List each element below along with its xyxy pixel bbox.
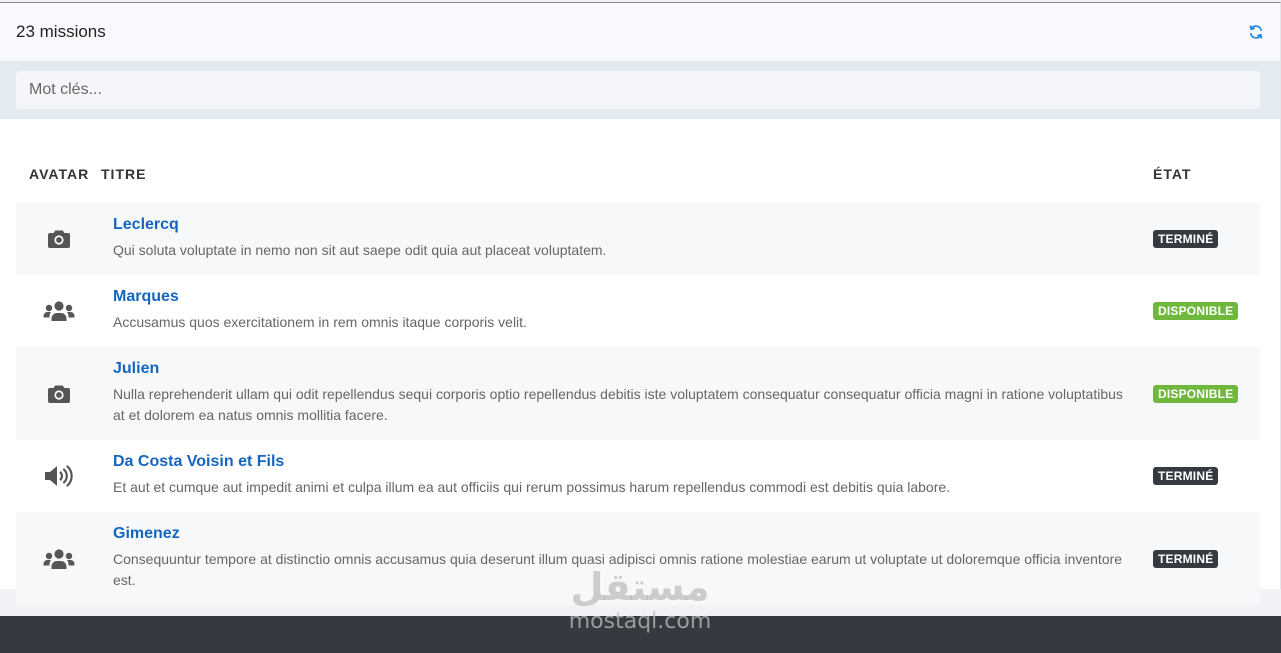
camera-icon [47,385,70,403]
mission-description: Accusamus quos exercitationem in rem omn… [113,314,527,330]
mission-title-link[interactable]: Leclercq [113,216,1133,234]
title-cell: Marques Accusamus quos exercitationem in… [101,275,1149,347]
refresh-icon [1249,25,1263,39]
mission-description: Nulla reprehenderit ullam qui odit repel… [113,386,1123,423]
missions-table-wrapper: AVATAR TITRE ÉTAT Leclercq Qui soluta vo… [0,119,1280,605]
mission-title-link[interactable]: Julien [113,360,1133,378]
search-bar [0,61,1280,119]
watermark-latin-text: mostaql.com [568,609,712,634]
avatar [16,347,101,440]
column-header-etat[interactable]: ÉTAT [1149,119,1260,203]
avatar [16,203,101,275]
search-input[interactable] [16,71,1260,109]
status-cell: TERMINÉ [1149,203,1260,275]
status-badge: TERMINÉ [1153,549,1219,568]
title-cell: Da Costa Voisin et Fils Et aut et cumque… [101,440,1149,512]
avatar [16,440,101,512]
table-row[interactable]: Da Costa Voisin et Fils Et aut et cumque… [16,440,1260,512]
status-cell: TERMINÉ [1149,440,1260,512]
table-row[interactable]: Marques Accusamus quos exercitationem in… [16,275,1260,347]
table-header-row: AVATAR TITRE ÉTAT [16,119,1260,203]
missions-count-title: 23 missions [16,22,106,41]
camera-icon [47,230,70,248]
missions-card: 23 missions AVATAR TITRE ÉTAT [0,2,1281,605]
mostaql-watermark: مستقل mostaql.com [560,565,720,635]
card-header: 23 missions [0,3,1280,61]
mission-title-link[interactable]: Marques [113,288,1133,306]
table-row[interactable]: Leclercq Qui soluta voluptate in nemo no… [16,203,1260,275]
table-row[interactable]: Julien Nulla reprehenderit ullam qui odi… [16,347,1260,440]
status-cell: DISPONIBLE [1149,275,1260,347]
volume-icon [44,465,73,487]
mission-description: Et aut et cumque aut impedit animi et cu… [113,479,951,495]
watermark-arabic-text: مستقل [570,565,710,609]
mission-title-link[interactable]: Da Costa Voisin et Fils [113,453,1133,471]
column-header-titre[interactable]: TITRE [101,119,1149,203]
status-badge: DISPONIBLE [1153,384,1239,403]
mission-title-link[interactable]: Gimenez [113,525,1133,543]
refresh-button[interactable] [1240,16,1272,48]
avatar [16,512,101,605]
title-cell: Leclercq Qui soluta voluptate in nemo no… [101,203,1149,275]
status-badge: TERMINÉ [1153,467,1219,485]
status-cell: DISPONIBLE [1149,347,1260,440]
status-cell: TERMINÉ [1149,512,1260,605]
column-header-avatar[interactable]: AVATAR [16,119,101,203]
title-cell: Julien Nulla reprehenderit ullam qui odi… [101,347,1149,440]
users-icon [43,548,74,569]
users-icon [43,301,74,321]
mission-description: Qui soluta voluptate in nemo non sit aut… [113,242,607,258]
status-badge: TERMINÉ [1153,230,1219,248]
avatar [16,275,101,347]
missions-table: AVATAR TITRE ÉTAT Leclercq Qui soluta vo… [16,119,1260,605]
status-badge: DISPONIBLE [1153,302,1239,320]
